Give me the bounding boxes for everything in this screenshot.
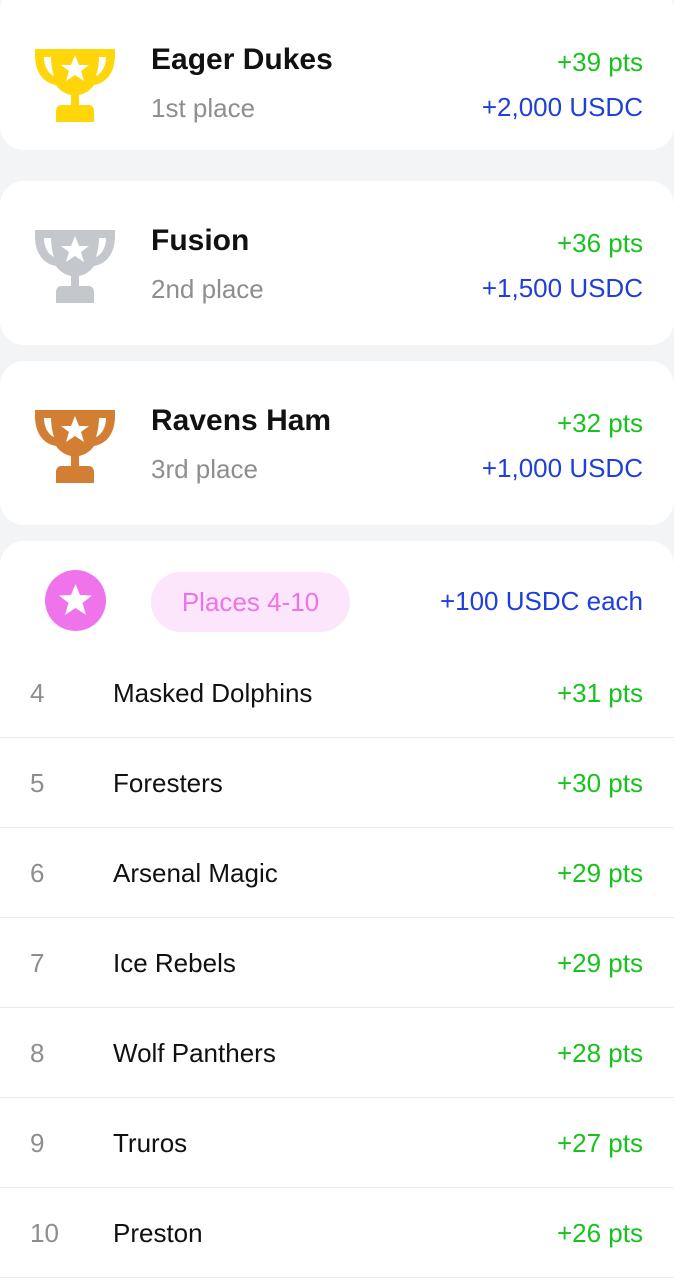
team-name: Ice Rebels <box>113 948 236 978</box>
podium-card-first[interactable]: Eager Dukes 1st place +39 pts +2,000 USD… <box>0 0 674 150</box>
team-points: +36 pts <box>556 228 643 258</box>
ranking-row[interactable]: 4 Masked Dolphins +31 pts <box>0 648 674 738</box>
team-points: +29 pts <box>556 858 643 888</box>
ranking-row[interactable]: 6 Arsenal Magic +29 pts <box>0 828 674 918</box>
silver-trophy-icon <box>35 230 115 303</box>
leaderboard-page: Eager Dukes 1st place +39 pts +2,000 USD… <box>0 0 674 1280</box>
team-points: +28 pts <box>556 1038 643 1068</box>
team-name: Foresters <box>113 768 223 798</box>
ranking-row[interactable]: 5 Foresters +30 pts <box>0 738 674 828</box>
ranking-row[interactable]: 10 Preston +26 pts <box>0 1188 674 1278</box>
team-name: Eager Dukes <box>151 43 333 76</box>
team-points: +31 pts <box>556 678 643 708</box>
team-points: +29 pts <box>556 948 643 978</box>
team-points: +39 pts <box>556 47 643 77</box>
team-name: Masked Dolphins <box>113 678 313 708</box>
team-name: Fusion <box>151 224 250 257</box>
podium-card-third[interactable]: Ravens Ham 3rd place +32 pts +1,000 USDC <box>0 361 674 525</box>
star-badge-icon <box>45 570 106 631</box>
place-label: 1st place <box>151 93 256 123</box>
team-points: +26 pts <box>556 1218 643 1248</box>
prize-amount: +1,500 USDC <box>481 273 643 303</box>
place-label: 2nd place <box>151 274 264 304</box>
team-name: Preston <box>113 1218 203 1248</box>
rank-number: 4 <box>30 678 45 708</box>
team-points: +32 pts <box>556 408 643 438</box>
rank-number: 10 <box>30 1218 59 1248</box>
team-name: Ravens Ham <box>151 404 332 437</box>
team-points: +27 pts <box>556 1128 643 1158</box>
prize-amount: +1,000 USDC <box>481 453 643 483</box>
rank-number: 6 <box>30 858 45 888</box>
team-points: +30 pts <box>556 768 643 798</box>
places-range-badge: Places 4-10 <box>151 572 350 632</box>
team-name: Arsenal Magic <box>113 858 278 888</box>
rank-number: 5 <box>30 768 45 798</box>
ranking-row[interactable]: 7 Ice Rebels +29 pts <box>0 918 674 1008</box>
ranking-row[interactable]: 9 Truros +27 pts <box>0 1098 674 1188</box>
ranking-list: 4 Masked Dolphins +31 pts 5 Foresters +3… <box>0 648 674 1278</box>
podium-card-second[interactable]: Fusion 2nd place +36 pts +1,500 USDC <box>0 181 674 345</box>
gold-trophy-icon <box>35 49 115 122</box>
places-prize-amount: +100 USDC each <box>439 586 643 616</box>
rank-number: 7 <box>30 948 45 978</box>
team-name: Truros <box>113 1128 188 1158</box>
team-name: Wolf Panthers <box>113 1038 276 1068</box>
prize-amount: +2,000 USDC <box>481 92 643 122</box>
ranking-row[interactable]: 8 Wolf Panthers +28 pts <box>0 1008 674 1098</box>
place-label: 3rd place <box>151 454 258 484</box>
rank-number: 9 <box>30 1128 45 1158</box>
bronze-trophy-icon <box>35 410 115 483</box>
rank-number: 8 <box>30 1038 45 1068</box>
